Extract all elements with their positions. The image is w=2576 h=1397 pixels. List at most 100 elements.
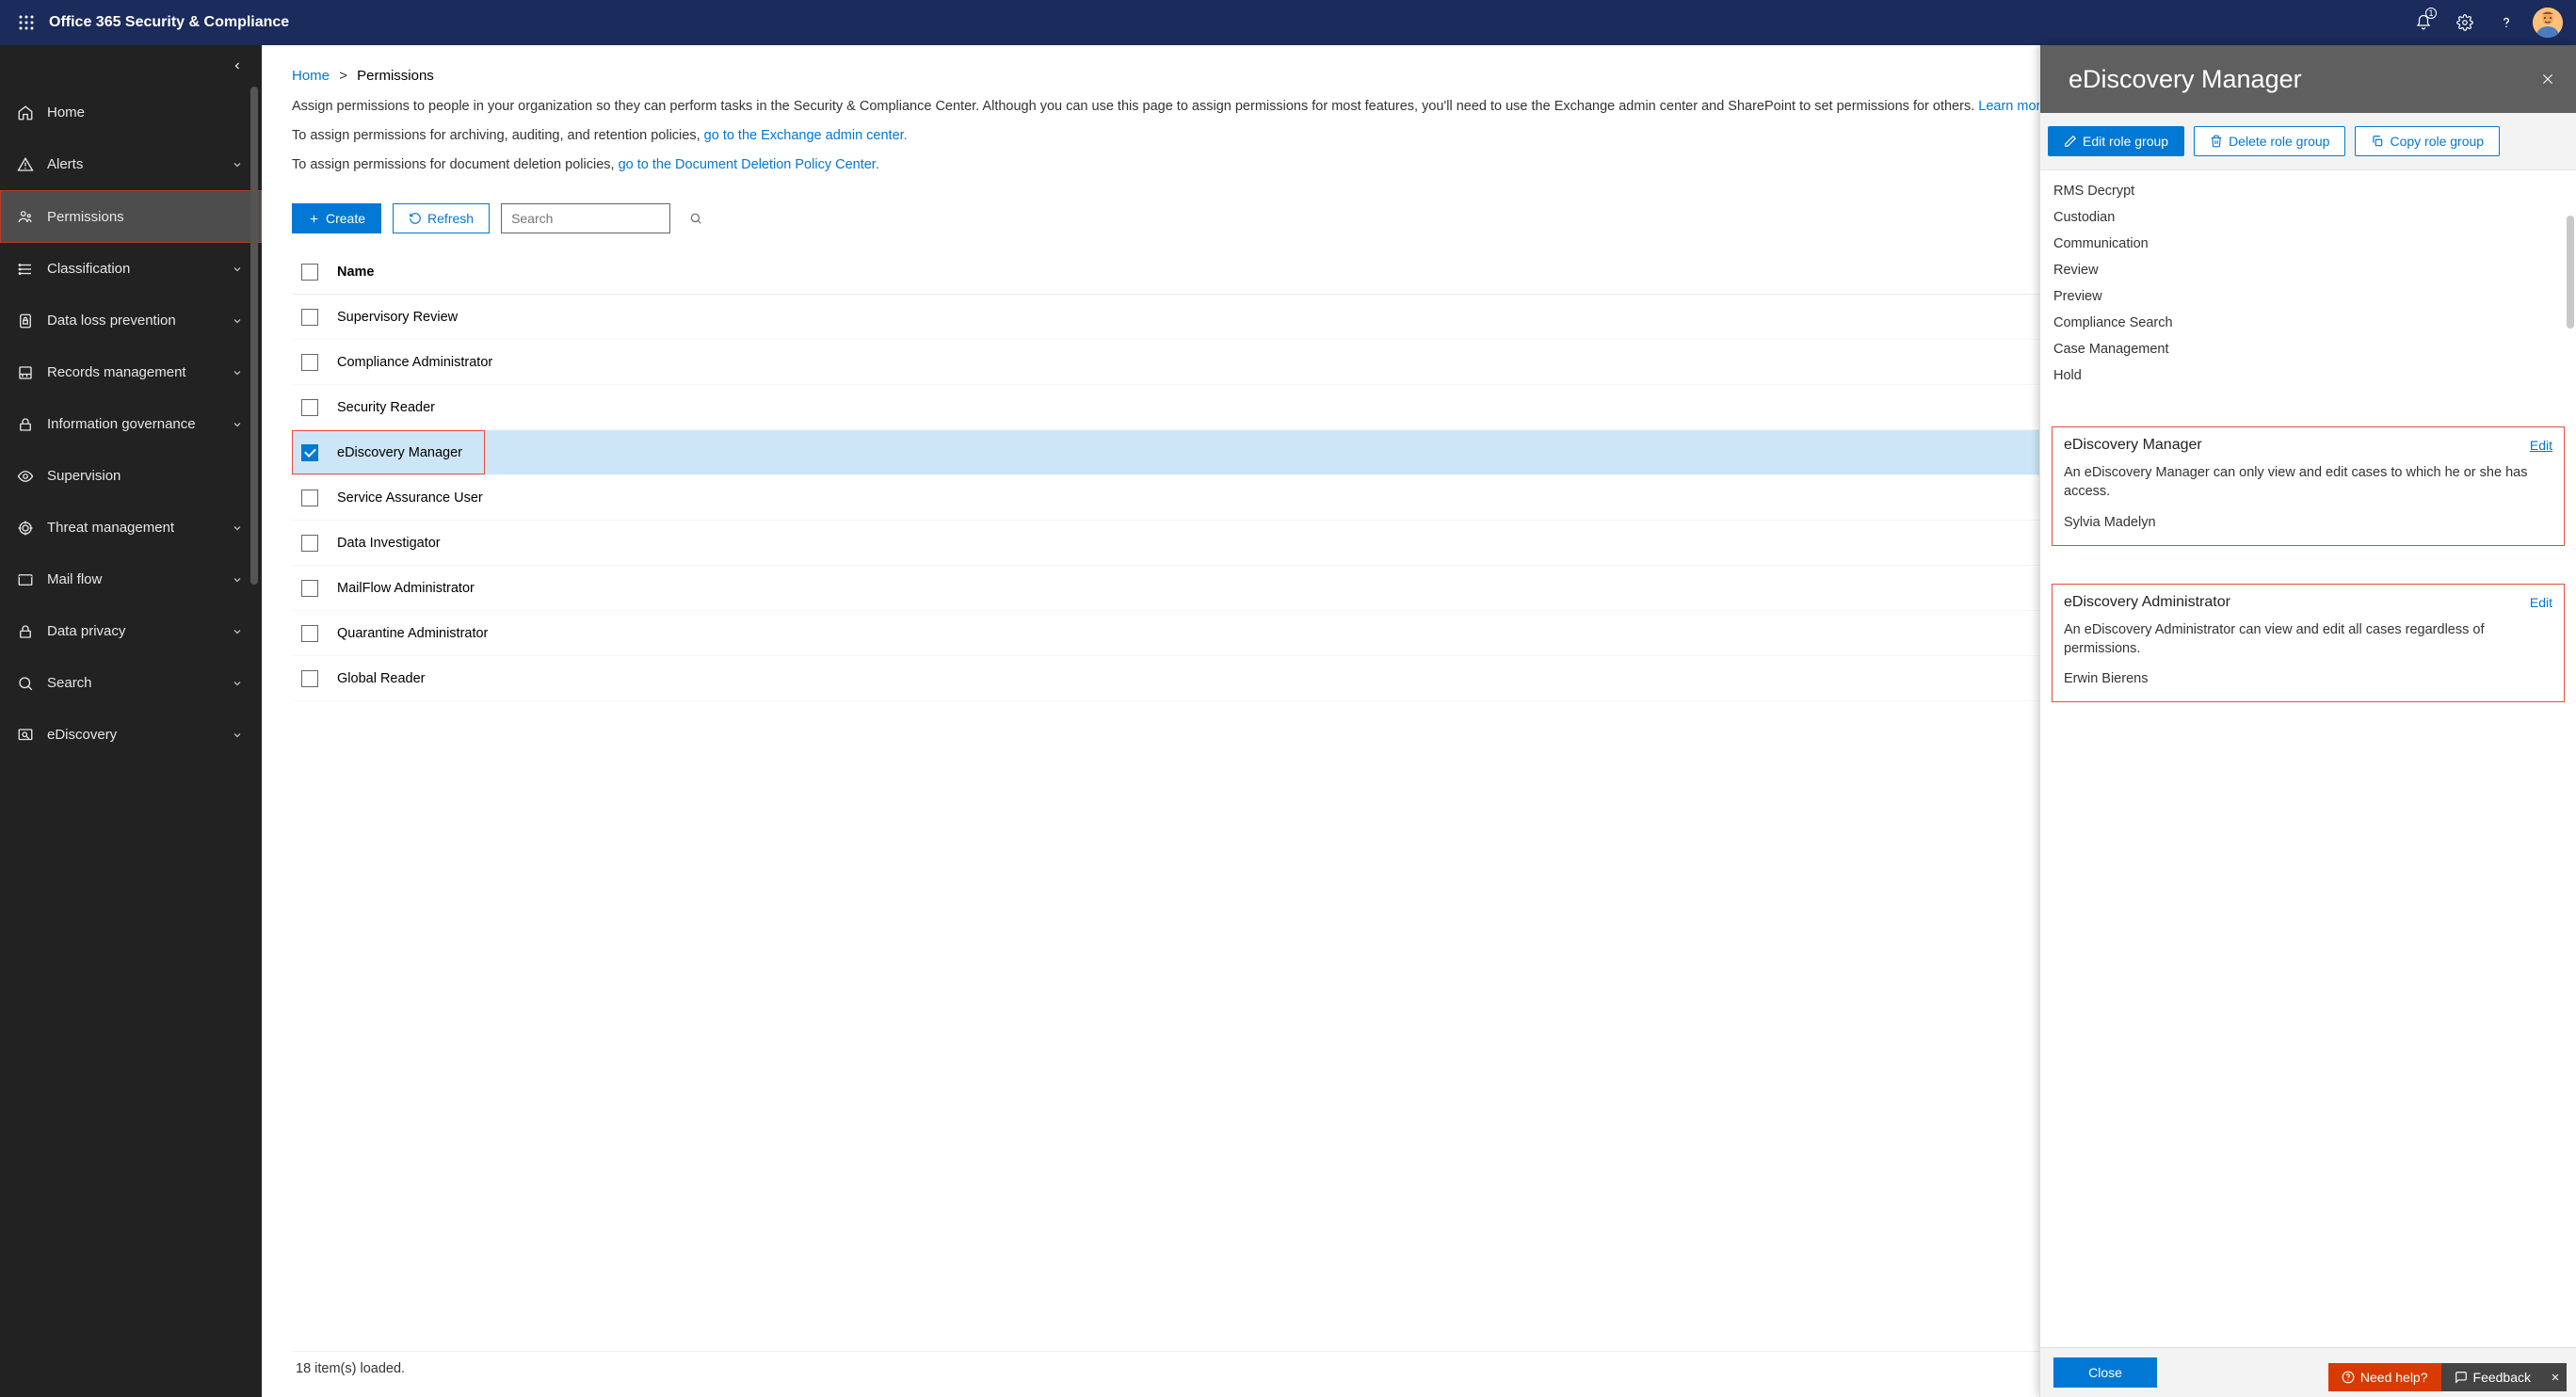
row-checkbox[interactable] xyxy=(301,444,318,461)
content-area: Home > Permissions Assign permissions to… xyxy=(262,45,2576,1397)
chevron-down-icon xyxy=(232,626,245,637)
chevron-down-icon xyxy=(232,264,245,275)
refresh-icon xyxy=(409,212,422,225)
sidebar-item-label: Home xyxy=(47,104,245,120)
row-label: Global Reader xyxy=(337,671,426,686)
app-launcher-button[interactable] xyxy=(8,0,45,45)
close-icon xyxy=(2540,72,2555,87)
admin-edit-link[interactable]: Edit xyxy=(2530,595,2552,610)
sidebar-item-label: Alerts xyxy=(47,156,218,172)
row-checkbox[interactable] xyxy=(301,354,318,371)
row-checkbox[interactable] xyxy=(301,580,318,597)
sidebar-item-alerts[interactable]: Alerts xyxy=(0,138,262,190)
manager-edit-link[interactable]: Edit xyxy=(2530,438,2552,453)
plus-icon xyxy=(308,213,320,225)
search-icon xyxy=(17,675,34,692)
row-label: Service Assurance User xyxy=(337,490,483,506)
chevron-down-icon xyxy=(232,678,245,689)
sidebar-item-label: Data privacy xyxy=(47,623,218,639)
sidebar-item-label: Search xyxy=(47,675,218,691)
lock-icon xyxy=(17,623,34,640)
sidebar-item-classification[interactable]: Classification xyxy=(0,243,262,295)
row-checkbox[interactable] xyxy=(301,625,318,642)
assigned-role: Case Management xyxy=(2052,336,2565,362)
learn-more-link[interactable]: Learn more xyxy=(1978,99,2048,114)
refresh-button[interactable]: Refresh xyxy=(393,203,490,233)
flyout-scrollbar[interactable] xyxy=(2567,216,2574,1340)
sidebar-item-records-management[interactable]: Records management xyxy=(0,346,262,398)
sidebar-item-label: Information governance xyxy=(47,416,218,432)
app-title: Office 365 Security & Compliance xyxy=(49,14,289,31)
sidebar-item-threat-management[interactable]: Threat management xyxy=(0,502,262,554)
waffle-icon xyxy=(19,15,34,30)
admin-block-desc: An eDiscovery Administrator can view and… xyxy=(2064,620,2552,659)
help-button[interactable] xyxy=(2486,0,2527,45)
assigned-role: Hold xyxy=(2052,362,2565,389)
flyout-actions: Edit role group Delete role group Copy r… xyxy=(2040,113,2576,170)
row-label: Data Investigator xyxy=(337,536,441,551)
notifications-button[interactable]: 1 xyxy=(2403,0,2444,45)
sidebar-item-ediscovery[interactable]: eDiscovery xyxy=(0,709,262,761)
sidebar-item-label: Classification xyxy=(47,261,218,277)
row-label: Security Reader xyxy=(337,400,435,415)
sidebar-item-supervision[interactable]: Supervision xyxy=(0,450,262,502)
admin-block-member: Erwin Bierens xyxy=(2064,671,2552,686)
lock-icon xyxy=(17,416,34,433)
flyout-title: eDiscovery Manager xyxy=(2069,65,2302,94)
pencil-icon xyxy=(2064,135,2077,148)
trash-icon xyxy=(2210,135,2223,148)
delete-role-group-button[interactable]: Delete role group xyxy=(2194,126,2345,156)
sidebar-item-permissions[interactable]: Permissions xyxy=(0,190,262,243)
sidebar-item-search[interactable]: Search xyxy=(0,657,262,709)
sidebar: Home Alerts Permissions Classification D… xyxy=(0,45,262,1397)
sidebar-item-label: Mail flow xyxy=(47,571,218,587)
chevron-down-icon xyxy=(232,159,245,170)
sidebar-item-home[interactable]: Home xyxy=(0,87,262,138)
collapse-nav-button[interactable] xyxy=(0,45,262,87)
feedback-button[interactable]: Feedback xyxy=(2441,1363,2544,1391)
assigned-role: Compliance Search xyxy=(2052,310,2565,336)
manager-block-member: Sylvia Madelyn xyxy=(2064,515,2552,530)
settings-button[interactable] xyxy=(2444,0,2486,45)
sidebar-item-information-governance[interactable]: Information governance xyxy=(0,398,262,450)
row-checkbox[interactable] xyxy=(301,399,318,416)
select-all-checkbox[interactable] xyxy=(301,264,318,281)
need-help-button[interactable]: Need help? xyxy=(2328,1363,2441,1391)
exchange-admin-link[interactable]: go to the Exchange admin center. xyxy=(704,128,908,143)
row-checkbox[interactable] xyxy=(301,670,318,687)
search-box[interactable] xyxy=(501,203,670,233)
sidebar-item-label: Supervision xyxy=(47,468,245,484)
search-input[interactable] xyxy=(511,211,682,226)
breadcrumb-home-link[interactable]: Home xyxy=(292,68,330,84)
edit-role-group-button[interactable]: Edit role group xyxy=(2048,126,2184,156)
account-button[interactable] xyxy=(2527,0,2568,45)
row-checkbox[interactable] xyxy=(301,490,318,506)
deletion-policy-link[interactable]: go to the Document Deletion Policy Cente… xyxy=(619,157,879,172)
copy-icon xyxy=(2371,135,2384,148)
assigned-role: RMS Decrypt xyxy=(2052,178,2565,204)
row-checkbox[interactable] xyxy=(301,535,318,552)
copy-role-group-button[interactable]: Copy role group xyxy=(2355,126,2500,156)
chevron-down-icon xyxy=(232,522,245,534)
column-name[interactable]: Name xyxy=(337,265,375,280)
row-label: Quarantine Administrator xyxy=(337,626,488,641)
sidebar-item-data-loss-prevention[interactable]: Data loss prevention xyxy=(0,295,262,346)
row-checkbox[interactable] xyxy=(301,309,318,326)
sidebar-scrollbar[interactable] xyxy=(247,87,262,1397)
flyout-close-button[interactable] xyxy=(2540,72,2555,87)
classification-icon xyxy=(17,261,34,278)
sidebar-item-data-privacy[interactable]: Data privacy xyxy=(0,605,262,657)
flyout-close-bottom-button[interactable]: Close xyxy=(2053,1357,2157,1388)
permissions-icon xyxy=(17,208,34,225)
assigned-role: Communication xyxy=(2052,231,2565,257)
notification-badge: 1 xyxy=(2425,8,2437,19)
sidebar-item-mail-flow[interactable]: Mail flow xyxy=(0,554,262,605)
helpbar-close-button[interactable]: ✕ xyxy=(2544,1363,2567,1391)
mail-icon xyxy=(17,571,34,588)
create-button[interactable]: Create xyxy=(292,203,381,233)
assigned-role: Review xyxy=(2052,257,2565,283)
dlp-icon xyxy=(17,313,34,329)
assigned-role: Custodian xyxy=(2052,204,2565,231)
manager-block-desc: An eDiscovery Manager can only view and … xyxy=(2064,463,2552,502)
avatar xyxy=(2533,8,2563,38)
